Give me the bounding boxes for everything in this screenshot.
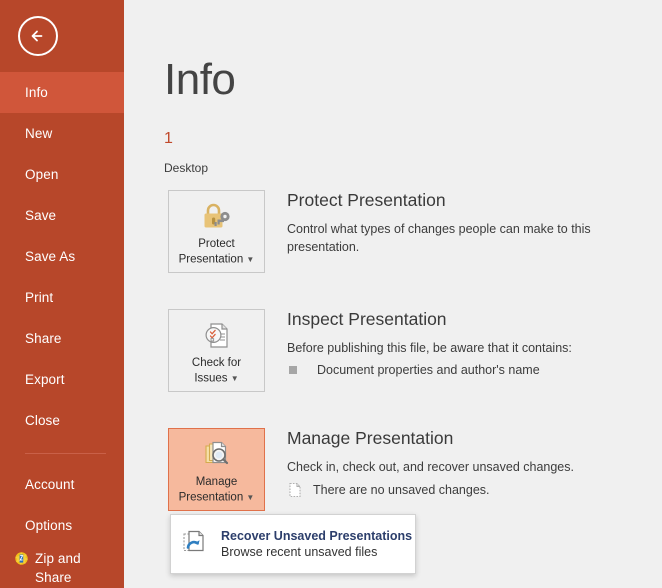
sidebar-item-export[interactable]: Export xyxy=(0,359,124,400)
page-title: Info xyxy=(164,55,236,104)
sidebar-divider xyxy=(25,453,106,454)
sidebar-item-info[interactable]: Info xyxy=(0,72,124,113)
sidebar-item-new[interactable]: New xyxy=(0,113,124,154)
sidebar-item-label: Account xyxy=(25,477,75,492)
powerpoint-backstage-info-screen: Info New Open Save Save As Print Share E… xyxy=(0,0,662,588)
manage-documents-icon xyxy=(199,437,235,471)
winzip-icon xyxy=(14,551,29,566)
dashed-document-icon xyxy=(287,482,303,498)
menu-item-text: Recover Unsaved Presentations Browse rec… xyxy=(221,528,412,561)
sidebar-item-account[interactable]: Account xyxy=(0,464,124,505)
section-heading: Manage Presentation xyxy=(287,428,454,448)
tile-label: Manage Presentation ▼ xyxy=(178,476,255,504)
section-manage-presentation: Manage Presentation ▼ Manage Presentatio… xyxy=(168,428,574,511)
chevron-down-icon: ▼ xyxy=(230,374,239,383)
sidebar-item-zip-and-share[interactable]: Zip and Share (WinZip Express) xyxy=(0,546,124,588)
recover-documents-icon xyxy=(181,529,211,559)
menu-item-subtitle: Browse recent unsaved files xyxy=(221,544,378,559)
sidebar-item-label: Export xyxy=(25,372,65,387)
file-name: 1 xyxy=(164,130,173,147)
sidebar-item-label: Zip and Share (WinZip Express) xyxy=(35,551,81,585)
section-heading: Protect Presentation xyxy=(287,190,446,210)
sidebar-item-label: Options xyxy=(25,518,73,533)
sidebar-item-options[interactable]: Options xyxy=(0,505,124,546)
inspect-bullet-row: Document properties and author's name xyxy=(287,363,572,377)
bullet-text: Document properties and author's name xyxy=(317,362,540,377)
sidebar-item-save[interactable]: Save xyxy=(0,195,124,236)
protect-presentation-button[interactable]: Protect Presentation ▼ xyxy=(168,190,265,273)
sidebar-item-print[interactable]: Print xyxy=(0,277,124,318)
section-text: Manage Presentation Check in, check out,… xyxy=(287,428,574,498)
sidebar-item-label: Info xyxy=(25,85,48,100)
sidebar-item-open[interactable]: Open xyxy=(0,154,124,195)
square-bullet-icon xyxy=(289,365,297,374)
sidebar-item-share[interactable]: Share xyxy=(0,318,124,359)
back-row xyxy=(0,0,124,72)
file-path: Desktop xyxy=(164,161,209,175)
backstage-sidebar: Info New Open Save Save As Print Share E… xyxy=(0,0,124,588)
sidebar-item-label: Print xyxy=(25,290,54,305)
sidebar-item-label: Open xyxy=(25,167,59,182)
check-for-issues-button[interactable]: Check for Issues ▼ xyxy=(168,309,265,392)
section-text: Inspect Presentation Before publishing t… xyxy=(287,309,572,377)
tile-label: Check for Issues ▼ xyxy=(191,357,242,385)
section-description: Control what types of changes people can… xyxy=(287,221,591,254)
check-document-icon xyxy=(200,318,234,352)
backstage-main-pane: Info 1 Desktop Protect Presentation ▼ Pr… xyxy=(124,0,662,588)
chevron-down-icon: ▼ xyxy=(246,493,255,502)
sidebar-item-label: Close xyxy=(25,413,61,428)
sidebar-item-label: Share xyxy=(25,331,62,346)
menu-item-title: Recover Unsaved Presentations xyxy=(221,528,413,543)
bullet-text: There are no unsaved changes. xyxy=(313,482,490,497)
manage-presentation-button[interactable]: Manage Presentation ▼ xyxy=(168,428,265,511)
sidebar-item-close[interactable]: Close xyxy=(0,400,124,441)
section-protect-presentation: Protect Presentation ▼ Protect Presentat… xyxy=(168,190,662,273)
sidebar-item-save-as[interactable]: Save As xyxy=(0,236,124,277)
recover-unsaved-presentations-menu[interactable]: Recover Unsaved Presentations Browse rec… xyxy=(170,514,416,574)
sidebar-item-label: Save xyxy=(25,208,57,223)
section-inspect-presentation: Check for Issues ▼ Inspect Presentation … xyxy=(168,309,572,392)
chevron-down-icon: ▼ xyxy=(246,255,255,264)
section-text: Protect Presentation Control what types … xyxy=(287,190,662,256)
section-description: Check in, check out, and recover unsaved… xyxy=(287,459,574,474)
back-arrow-icon[interactable] xyxy=(18,16,58,56)
section-description: Before publishing this file, be aware th… xyxy=(287,340,572,355)
lock-and-key-icon xyxy=(199,199,235,233)
manage-bullet-row: There are no unsaved changes. xyxy=(287,482,574,498)
sidebar-item-label: Save As xyxy=(25,249,76,264)
sidebar-item-label: New xyxy=(25,126,53,141)
section-heading: Inspect Presentation xyxy=(287,309,447,329)
tile-label: Protect Presentation ▼ xyxy=(178,238,255,266)
